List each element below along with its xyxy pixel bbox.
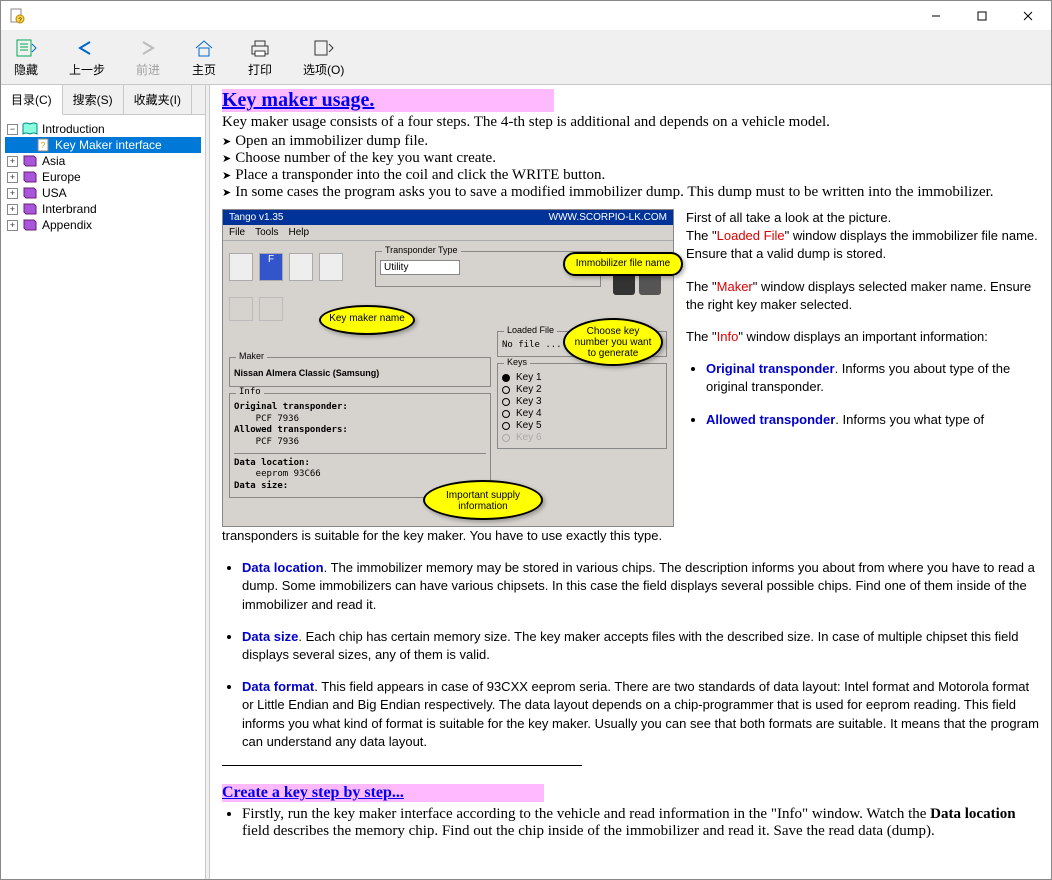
page-title: Key maker usage.	[222, 89, 554, 112]
wrapped-text: transponders is suitable for the key mak…	[222, 527, 1039, 545]
back-icon	[74, 37, 100, 59]
help-page-icon: ?	[37, 138, 51, 152]
tree-appendix[interactable]: + Appendix	[5, 217, 201, 233]
callout-keymaker: Key maker name	[319, 305, 415, 335]
tree-usa[interactable]: + USA	[5, 185, 201, 201]
contents-tree: − Introduction ? Key Maker interface + A…	[1, 115, 205, 879]
minimize-button[interactable]	[913, 1, 959, 31]
maximize-button[interactable]	[959, 1, 1005, 31]
book-icon	[22, 202, 38, 216]
book-icon	[22, 154, 38, 168]
bullet-data-location: Data location. The immobilizer memory ma…	[242, 559, 1039, 614]
bullet-data-size: Data size. Each chip has certain memory …	[242, 628, 1039, 664]
callout-immobilizer: Immobilizer file name	[563, 252, 683, 276]
options-icon	[311, 37, 337, 59]
step-item: In some cases the program asks you to sa…	[222, 184, 1039, 201]
hide-label: 隐藏	[14, 61, 38, 78]
main-area: 目录(C) 搜索(S) 收藏夹(I) − Introduction ? Key …	[1, 85, 1051, 879]
step-item: Open an immobilizer dump file.	[222, 133, 1039, 150]
svg-text:?: ?	[41, 141, 46, 150]
back-label: 上一步	[69, 61, 105, 78]
forward-icon	[135, 37, 161, 59]
content-pane[interactable]: Key maker usage. Key maker usage consist…	[210, 85, 1051, 879]
close-button[interactable]	[1005, 1, 1051, 31]
tree-asia[interactable]: + Asia	[5, 153, 201, 169]
home-label: 主页	[192, 61, 216, 78]
help-file-icon: ?	[9, 8, 25, 24]
intro-text: Key maker usage consists of a four steps…	[222, 114, 1039, 131]
forward-button: 前进	[129, 35, 167, 80]
side-text: First of all take a look at the picture.…	[686, 209, 1039, 527]
tab-favorites[interactable]: 收藏夹(I)	[124, 85, 192, 114]
tab-contents[interactable]: 目录(C)	[1, 85, 63, 115]
options-button[interactable]: 选项(O)	[297, 35, 350, 80]
step-item: Place a transponder into the coil and cl…	[222, 167, 1039, 184]
hide-icon	[13, 37, 39, 59]
options-label: 选项(O)	[303, 61, 344, 78]
expand-icon[interactable]: +	[7, 172, 18, 183]
back-button[interactable]: 上一步	[63, 35, 111, 80]
ss-menubar: File Tools Help	[223, 225, 673, 241]
print-icon	[247, 37, 273, 59]
sidebar: 目录(C) 搜索(S) 收藏夹(I) − Introduction ? Key …	[1, 85, 206, 879]
bullet-data-format: Data format. This field appears in case …	[242, 678, 1039, 751]
book-icon	[22, 186, 38, 200]
tree-key-maker-interface[interactable]: ? Key Maker interface	[5, 137, 201, 153]
help-window: ? 隐藏 上一步 前进 主页 打印 选项(	[0, 0, 1052, 880]
divider	[222, 765, 582, 766]
tab-search[interactable]: 搜索(S)	[63, 85, 124, 114]
steps-list: Open an immobilizer dump file. Choose nu…	[222, 133, 1039, 201]
hide-button[interactable]: 隐藏	[7, 35, 45, 80]
callout-choosekey: Choose key number you want to generate	[563, 318, 663, 366]
expand-icon[interactable]: +	[7, 188, 18, 199]
step-item: Choose number of the key you want create…	[222, 150, 1039, 167]
collapse-icon[interactable]: −	[7, 124, 18, 135]
step-item: Firstly, run the key maker interface acc…	[242, 806, 1039, 840]
tree-introduction[interactable]: − Introduction	[5, 121, 201, 137]
step-by-step-list: Firstly, run the key maker interface acc…	[242, 806, 1039, 840]
forward-label: 前进	[136, 61, 160, 78]
tree-europe[interactable]: + Europe	[5, 169, 201, 185]
tree-interbrand[interactable]: + Interbrand	[5, 201, 201, 217]
print-button[interactable]: 打印	[241, 35, 279, 80]
open-book-icon	[22, 122, 38, 136]
expand-icon[interactable]: +	[7, 220, 18, 231]
callout-supply: Important supply information	[423, 480, 543, 520]
titlebar: ?	[1, 1, 1051, 31]
home-button[interactable]: 主页	[185, 35, 223, 80]
book-icon	[22, 218, 38, 232]
book-icon	[22, 170, 38, 184]
sidebar-tabs: 目录(C) 搜索(S) 收藏夹(I)	[1, 85, 205, 115]
ss-titlebar: Tango v1.35 WWW.SCORPIO-LK.COM	[223, 210, 673, 225]
home-icon	[191, 37, 217, 59]
expand-icon[interactable]: +	[7, 204, 18, 215]
print-label: 打印	[248, 61, 272, 78]
toolbar: 隐藏 上一步 前进 主页 打印 选项(O)	[1, 31, 1051, 85]
expand-icon[interactable]: +	[7, 156, 18, 167]
section-create-key: Create a key step by step...	[222, 784, 544, 802]
tango-screenshot: Tango v1.35 WWW.SCORPIO-LK.COM File Tool…	[222, 209, 674, 527]
